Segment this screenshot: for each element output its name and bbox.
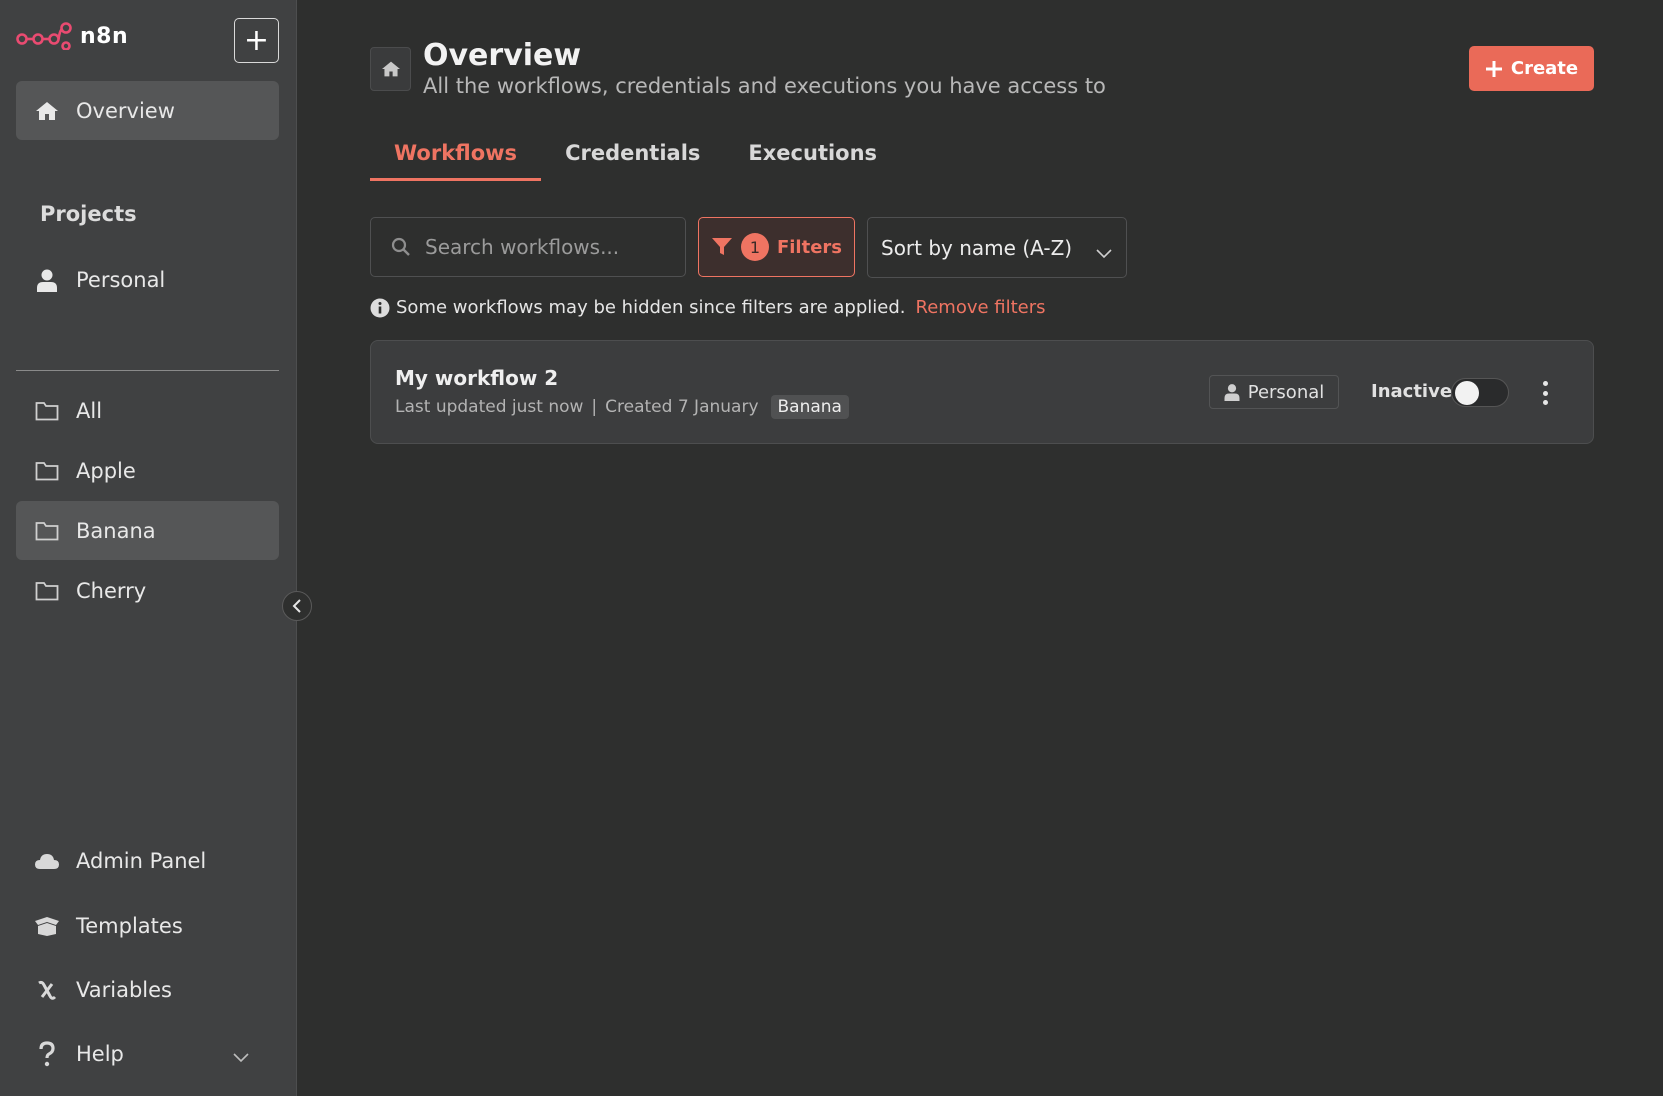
sort-select-value: Sort by name (A-Z) xyxy=(881,235,1073,260)
workflow-card[interactable]: My workflow 2 Last updated just now | Cr… xyxy=(370,340,1594,444)
notice-text: Some workflows may be hidden since filte… xyxy=(396,297,906,318)
sidebar-item-label: Variables xyxy=(76,977,172,1002)
sidebar-item-personal[interactable]: Personal xyxy=(16,250,279,309)
search-input[interactable] xyxy=(425,235,665,259)
create-button-label: Create xyxy=(1510,58,1579,79)
sidebar-item-label: Templates xyxy=(76,913,183,938)
page-title: Overview xyxy=(423,38,582,73)
n8n-logo-icon xyxy=(16,22,72,50)
tab-credentials[interactable]: Credentials xyxy=(541,135,724,181)
sidebar-item-variables[interactable]: Variables xyxy=(16,960,279,1019)
main-content: Overview All the workflows, credentials … xyxy=(297,0,1663,1096)
sidebar-folder-all[interactable]: All xyxy=(16,381,279,440)
sidebar-folder-cherry[interactable]: Cherry xyxy=(16,561,279,620)
owner-label: Personal xyxy=(1247,381,1325,403)
help-icon xyxy=(34,1040,60,1067)
sidebar-item-label: Help xyxy=(76,1041,124,1066)
box-icon xyxy=(34,913,60,939)
filters-notice: Some workflows may be hidden since filte… xyxy=(370,297,1046,318)
sidebar-item-help[interactable]: Help xyxy=(16,1024,279,1083)
cloud-icon xyxy=(34,848,60,874)
filters-count-badge: 1 xyxy=(740,233,769,261)
sidebar-item-label: Overview xyxy=(76,98,175,123)
sidebar-item-label: Apple xyxy=(76,458,136,483)
collapse-sidebar-button[interactable] xyxy=(282,591,312,621)
folder-icon xyxy=(34,578,60,604)
sort-select[interactable]: Sort by name (A-Z) xyxy=(867,217,1127,278)
sidebar-item-templates[interactable]: Templates xyxy=(16,896,279,955)
sidebar-item-label: All xyxy=(76,398,103,423)
create-button[interactable]: Create xyxy=(1469,46,1594,91)
logo[interactable]: n8n xyxy=(16,22,128,50)
info-icon xyxy=(370,298,390,317)
sidebar-divider xyxy=(16,370,279,371)
sidebar-item-label: Cherry xyxy=(76,578,147,603)
user-icon xyxy=(34,267,60,293)
workflow-tag[interactable]: Banana xyxy=(770,395,849,419)
sidebar: n8n + Overview Projects Personal All App… xyxy=(0,0,297,1096)
chevron-down-icon xyxy=(1096,240,1112,264)
sidebar-item-label: Personal xyxy=(76,267,166,292)
brand-name: n8n xyxy=(80,23,129,49)
workflow-meta: Last updated just now | Created 7 Januar… xyxy=(395,395,849,419)
user-icon xyxy=(1224,384,1240,401)
folder-icon xyxy=(34,458,60,484)
sidebar-item-label: Admin Panel xyxy=(76,848,207,873)
workflow-created: Created 7 January xyxy=(605,397,759,417)
active-toggle[interactable] xyxy=(1451,378,1509,407)
workflow-name[interactable]: My workflow 2 xyxy=(395,366,558,390)
sidebar-item-label: Banana xyxy=(76,518,156,543)
search-icon xyxy=(391,237,410,256)
chevron-down-icon xyxy=(233,1044,249,1068)
folder-icon xyxy=(34,398,60,424)
home-icon-box xyxy=(370,47,411,91)
sidebar-folder-apple[interactable]: Apple xyxy=(16,441,279,500)
chevron-left-icon xyxy=(292,599,301,613)
search-box xyxy=(370,217,686,277)
meta-separator: | xyxy=(591,397,598,417)
workflow-updated: Last updated just now xyxy=(395,397,584,417)
sidebar-folder-banana[interactable]: Banana xyxy=(16,501,279,560)
sidebar-item-admin-panel[interactable]: Admin Panel xyxy=(16,831,279,890)
app-root: n8n + Overview Projects Personal All App… xyxy=(0,0,1663,1096)
tab-executions[interactable]: Executions xyxy=(724,135,901,181)
owner-badge: Personal xyxy=(1209,375,1339,409)
filters-label: Filters xyxy=(776,236,843,258)
tab-workflows[interactable]: Workflows xyxy=(370,135,542,181)
variable-icon xyxy=(34,977,60,1003)
home-icon xyxy=(381,61,400,77)
projects-title: Projects xyxy=(40,202,137,226)
filter-icon xyxy=(711,238,732,255)
new-button[interactable]: + xyxy=(234,18,279,63)
folder-icon xyxy=(34,518,60,544)
page-subtitle: All the workflows, credentials and execu… xyxy=(423,74,1106,98)
filters-button[interactable]: 1 Filters xyxy=(698,217,855,277)
home-icon xyxy=(34,98,60,124)
status-label: Inactive xyxy=(1371,381,1453,402)
plus-icon xyxy=(1485,60,1502,77)
toggle-knob xyxy=(1455,381,1479,405)
tabs: Workflows Credentials Executions xyxy=(370,135,901,181)
more-options-icon[interactable] xyxy=(1537,379,1553,407)
sidebar-item-overview[interactable]: Overview xyxy=(16,81,279,140)
remove-filters-link[interactable]: Remove filters xyxy=(916,297,1046,318)
